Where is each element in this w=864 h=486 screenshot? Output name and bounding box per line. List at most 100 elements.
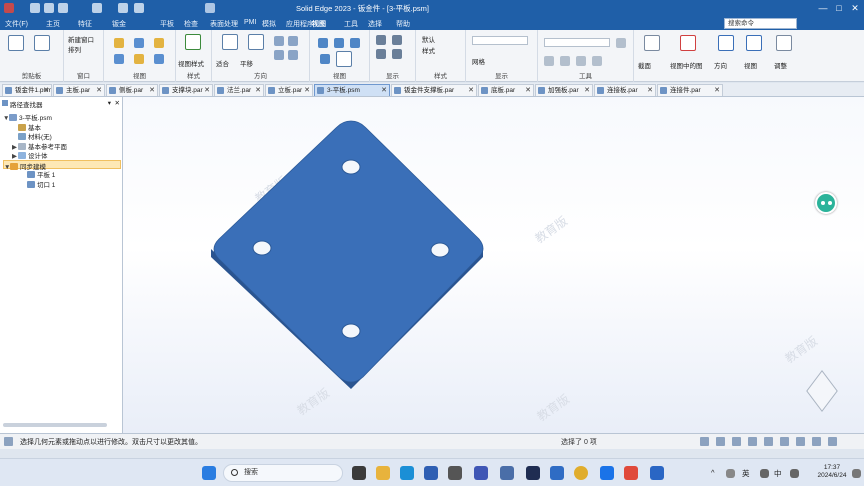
- tree-item[interactable]: 切口 1: [21, 179, 55, 189]
- tree-item[interactable]: ▶ 基本参考平面: [12, 141, 67, 151]
- clip-view-icon[interactable]: [644, 35, 660, 51]
- edge-display-icon[interactable]: [376, 35, 386, 45]
- notification-icon[interactable]: [852, 469, 861, 478]
- right-view-icon[interactable]: [350, 38, 360, 48]
- zoom-icon[interactable]: [274, 50, 284, 60]
- tab-close-icon[interactable]: ✕: [584, 85, 590, 96]
- rotate-icon[interactable]: [288, 36, 298, 46]
- document-tab[interactable]: 连接件.par ✕: [657, 84, 723, 96]
- document-tab[interactable]: 钣金件1.psm ✕: [2, 84, 52, 96]
- cascade-icon[interactable]: [134, 38, 144, 48]
- zoom-area-icon[interactable]: [248, 34, 264, 50]
- tab-close-icon[interactable]: ✕: [96, 85, 102, 96]
- menu-plate[interactable]: 平板: [160, 19, 174, 29]
- view-in-view-icon[interactable]: [680, 35, 696, 51]
- document-tab[interactable]: 立板.par ✕: [265, 84, 313, 96]
- window-icon[interactable]: [114, 54, 124, 64]
- new-file-icon[interactable]: [30, 3, 40, 13]
- section-tool-a-icon[interactable]: [544, 56, 554, 66]
- document-tab[interactable]: 法兰.par ✕: [214, 84, 264, 96]
- store-icon[interactable]: [424, 466, 438, 480]
- menu-features[interactable]: 特征: [78, 19, 92, 29]
- paste-icon[interactable]: [8, 35, 24, 51]
- cloud-icon[interactable]: [726, 469, 735, 478]
- tree-item[interactable]: 基本: [12, 122, 41, 132]
- tab-close-icon[interactable]: ✕: [468, 85, 474, 96]
- window-arrange-icon[interactable]: [134, 54, 144, 64]
- tab-close-icon[interactable]: ✕: [304, 85, 310, 96]
- tab-close-icon[interactable]: ✕: [43, 85, 49, 96]
- windows-start-icon[interactable]: [202, 466, 216, 480]
- photoshop-icon[interactable]: [526, 466, 540, 480]
- top-view-icon[interactable]: [334, 38, 344, 48]
- tab-close-icon[interactable]: ✕: [149, 85, 155, 96]
- print-icon[interactable]: [92, 3, 102, 13]
- style-status-icon[interactable]: [796, 437, 805, 446]
- app-k-icon[interactable]: [550, 466, 564, 480]
- document-tab[interactable]: 3-平板.psm ✕: [314, 84, 390, 96]
- plate-model[interactable]: [123, 97, 864, 433]
- tab-close-icon[interactable]: ✕: [204, 85, 210, 96]
- hole-bottom[interactable]: [341, 323, 361, 339]
- cut-icon[interactable]: [34, 35, 50, 51]
- tree-item[interactable]: 材料(无): [12, 131, 52, 141]
- system-clock[interactable]: 17:37 2024/6/24: [812, 464, 852, 480]
- menu-inspect[interactable]: 检查: [184, 19, 198, 29]
- view-status-icon[interactable]: [780, 437, 789, 446]
- panel-scrollbar[interactable]: [3, 423, 107, 427]
- open-file-icon[interactable]: [44, 3, 54, 13]
- app-g-icon[interactable]: [600, 466, 614, 480]
- tab-close-icon[interactable]: ✕: [714, 85, 720, 96]
- hole-top[interactable]: [341, 159, 361, 175]
- menu-tools[interactable]: 工具: [344, 19, 358, 29]
- chrome-icon[interactable]: [574, 466, 588, 480]
- maximize-button[interactable]: □: [832, 2, 846, 14]
- grid-status-icon[interactable]: [828, 437, 837, 446]
- menu-apps[interactable]: 应用程序: [286, 19, 314, 29]
- tree-item[interactable]: ▼ 同步建模: [3, 159, 121, 171]
- menu-pmi[interactable]: PMI: [244, 19, 256, 26]
- solid-edge-taskbar-icon[interactable]: [650, 466, 664, 480]
- select-tool-icon[interactable]: [205, 3, 215, 13]
- input-mode[interactable]: 中: [774, 468, 782, 479]
- views-icon[interactable]: [746, 35, 762, 51]
- hole-left[interactable]: [252, 240, 272, 256]
- section-tool-d-icon[interactable]: [592, 56, 602, 66]
- panel-pin-icon[interactable]: ▾: [108, 99, 111, 107]
- save-icon[interactable]: [58, 3, 68, 13]
- document-tab[interactable]: 加强板.par ✕: [535, 84, 593, 96]
- menu-view[interactable]: 视图: [312, 19, 326, 29]
- edge-browser-icon[interactable]: [400, 466, 414, 480]
- input-language[interactable]: 英: [742, 468, 750, 479]
- display-dropdown[interactable]: [472, 36, 528, 45]
- view-cube-icon[interactable]: [336, 51, 352, 67]
- hole-right[interactable]: [430, 242, 450, 258]
- undo-icon[interactable]: [118, 3, 128, 13]
- document-tab[interactable]: 连接板.par ✕: [594, 84, 656, 96]
- tab-close-icon[interactable]: ✕: [647, 85, 653, 96]
- pan-icon[interactable]: [274, 36, 284, 46]
- menu-surfacing[interactable]: 表面处理: [210, 19, 238, 29]
- tray-overflow[interactable]: ^: [711, 468, 715, 477]
- view-style-icon[interactable]: [185, 34, 201, 50]
- zoom-icon[interactable]: [732, 437, 741, 446]
- tab-close-icon[interactable]: ✕: [381, 85, 387, 96]
- menu-home[interactable]: 主页: [46, 19, 60, 29]
- pan-status-icon[interactable]: [748, 437, 757, 446]
- window-split-icon[interactable]: [154, 54, 164, 64]
- section-input[interactable]: [544, 38, 610, 47]
- document-tab[interactable]: 支撑块.par ✕: [159, 84, 213, 96]
- tile-icon[interactable]: [114, 38, 124, 48]
- switch-icon[interactable]: [154, 38, 164, 48]
- tab-close-icon[interactable]: ✕: [255, 85, 261, 96]
- section-tool-c-icon[interactable]: [576, 56, 586, 66]
- app-3d-icon[interactable]: [448, 466, 462, 480]
- section-tool-b-icon[interactable]: [560, 56, 570, 66]
- command-search-input[interactable]: 搜索命令: [724, 18, 797, 29]
- transparency-icon[interactable]: [392, 49, 402, 59]
- hide-icon[interactable]: [376, 49, 386, 59]
- view-orient-status-icon[interactable]: [812, 437, 821, 446]
- zoom-area-status-icon[interactable]: [716, 437, 725, 446]
- document-tab[interactable]: 底板.par ✕: [478, 84, 534, 96]
- zoom-fit-icon[interactable]: [700, 437, 709, 446]
